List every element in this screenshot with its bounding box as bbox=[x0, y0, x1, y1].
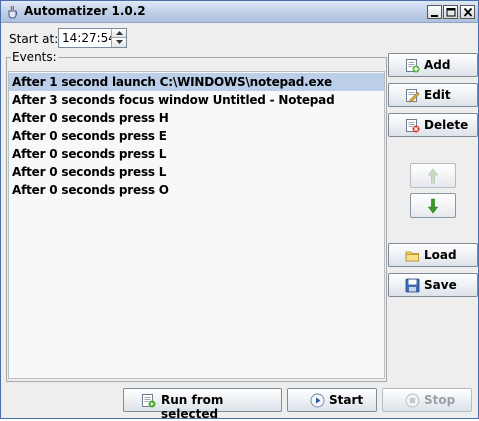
edit-button[interactable]: Edit bbox=[388, 83, 478, 107]
add-button[interactable]: Add bbox=[388, 53, 478, 77]
start-button-label: Start bbox=[329, 393, 364, 407]
java-cup-icon bbox=[8, 5, 18, 19]
list-item[interactable]: After 0 seconds press H bbox=[9, 109, 384, 127]
load-button[interactable]: Load bbox=[388, 243, 478, 267]
list-item[interactable]: After 3 seconds focus window Untitled - … bbox=[9, 91, 384, 109]
title-bar[interactable]: Automatizer 1.0.2 bbox=[1, 1, 478, 23]
edit-button-label: Edit bbox=[424, 88, 451, 102]
close-button[interactable] bbox=[460, 5, 475, 19]
chevron-down-icon bbox=[116, 40, 123, 44]
start-time-spinner[interactable]: 14:27:54 bbox=[58, 28, 127, 48]
play-icon bbox=[310, 393, 325, 408]
list-item[interactable]: After 0 seconds press O bbox=[9, 181, 384, 199]
move-up-button[interactable] bbox=[410, 163, 456, 188]
chevron-up-icon bbox=[116, 31, 123, 35]
stop-icon bbox=[405, 393, 420, 408]
minimize-button[interactable] bbox=[427, 5, 442, 19]
stop-button-label: Stop bbox=[424, 393, 456, 407]
maximize-icon bbox=[446, 8, 456, 17]
start-at-label: Start at: bbox=[9, 32, 59, 46]
arrow-up-icon bbox=[428, 168, 438, 184]
edit-document-icon bbox=[406, 89, 420, 103]
run-from-selected-button[interactable]: Run from selected bbox=[123, 388, 282, 421]
delete-button[interactable]: Delete bbox=[388, 113, 478, 137]
app-window: Automatizer 1.0.2 Start at: 14:27:54 Eve… bbox=[0, 0, 479, 421]
events-legend: Events: bbox=[11, 50, 58, 64]
start-button[interactable]: Start bbox=[287, 388, 377, 412]
delete-document-icon bbox=[406, 119, 420, 133]
minimize-icon bbox=[431, 15, 438, 17]
add-document-icon bbox=[406, 59, 420, 73]
add-button-label: Add bbox=[424, 58, 451, 72]
list-item[interactable]: After 0 seconds press L bbox=[9, 163, 384, 181]
window-title: Automatizer 1.0.2 bbox=[24, 4, 146, 18]
maximize-button[interactable] bbox=[443, 5, 458, 19]
save-button[interactable]: Save bbox=[388, 273, 478, 297]
list-item[interactable]: After 0 seconds press L bbox=[9, 145, 384, 163]
load-button-label: Load bbox=[424, 248, 457, 262]
events-list[interactable]: After 1 second launch C:\WINDOWS\notepad… bbox=[8, 71, 385, 379]
list-item[interactable]: After 1 second launch C:\WINDOWS\notepad… bbox=[9, 73, 384, 91]
folder-icon bbox=[405, 251, 419, 262]
floppy-disk-icon bbox=[405, 278, 420, 293]
delete-button-label: Delete bbox=[424, 118, 469, 132]
run-from-selected-label: Run from selected bbox=[161, 393, 224, 421]
spinner-decrement-button[interactable] bbox=[111, 38, 126, 47]
list-item[interactable]: After 0 seconds press E bbox=[9, 127, 384, 145]
start-time-value[interactable]: 14:27:54 bbox=[62, 31, 116, 45]
save-button-label: Save bbox=[424, 278, 457, 292]
run-document-icon bbox=[142, 394, 156, 408]
move-down-button[interactable] bbox=[410, 193, 456, 218]
stop-button[interactable]: Stop bbox=[382, 388, 472, 412]
close-icon bbox=[463, 7, 473, 17]
arrow-down-icon bbox=[428, 198, 438, 214]
spinner-increment-button[interactable] bbox=[111, 29, 126, 38]
